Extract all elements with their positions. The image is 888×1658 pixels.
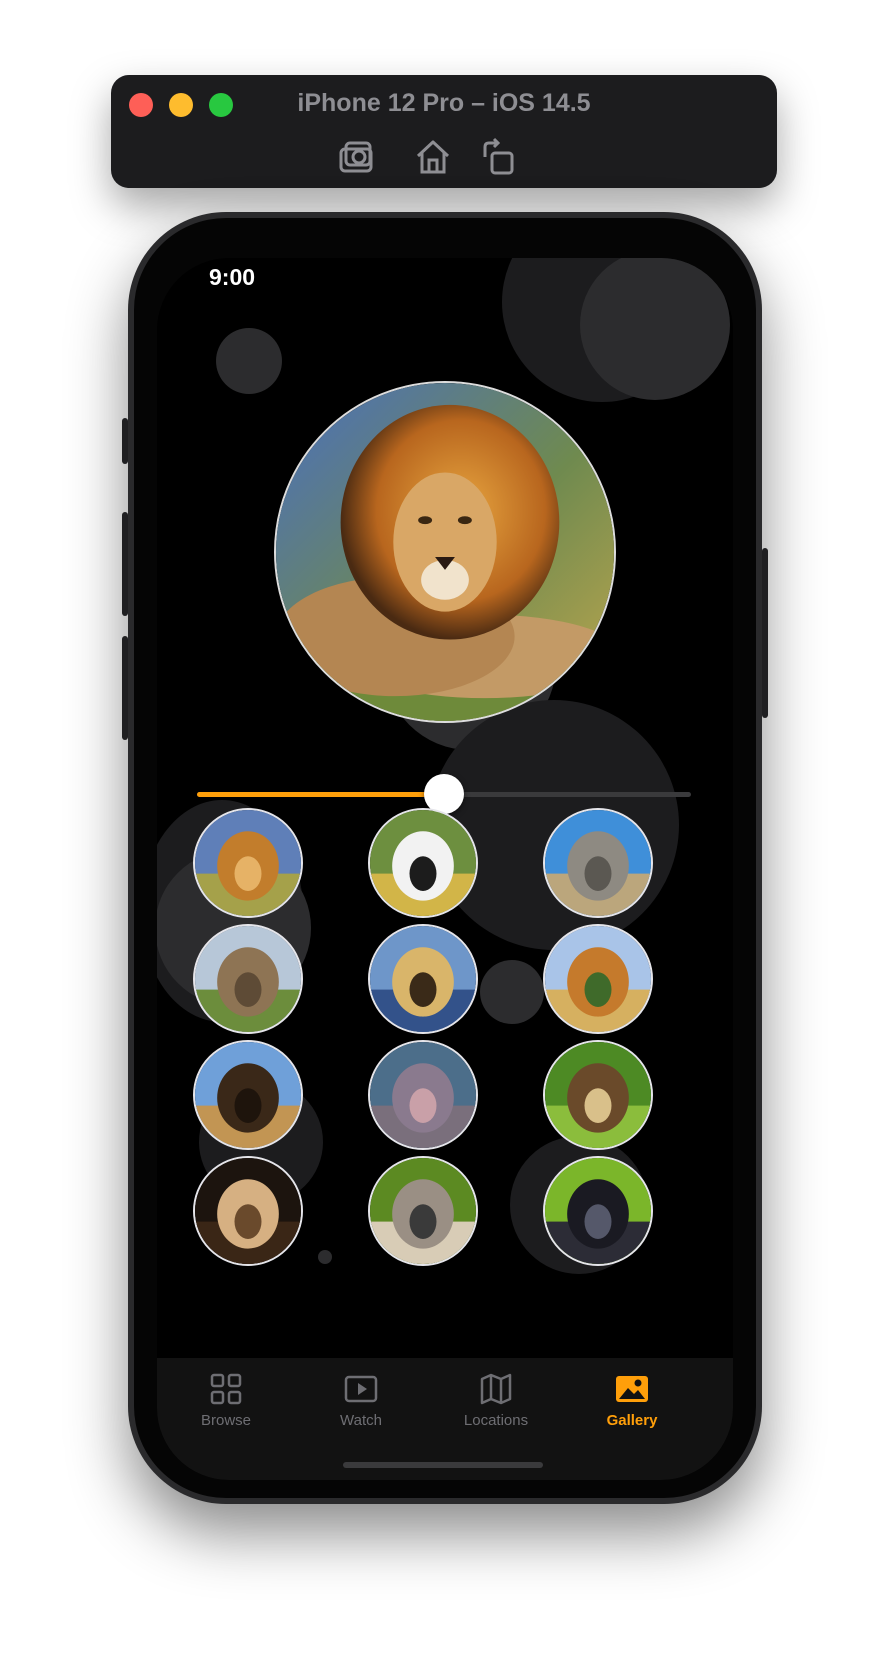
thumbnail-photo xyxy=(195,810,301,916)
gallery-thumbnail-lion[interactable] xyxy=(193,808,303,918)
gallery-thumbnail-hippos[interactable] xyxy=(368,1040,478,1150)
tab-watch[interactable]: Watch xyxy=(306,1372,416,1429)
lion-photo xyxy=(276,383,614,721)
play-icon xyxy=(344,1375,378,1403)
grid-icon xyxy=(210,1373,242,1405)
tab-browse[interactable]: Browse xyxy=(171,1372,281,1429)
thumbnail-photo xyxy=(545,926,651,1032)
gallery-thumbnail-ostrich[interactable] xyxy=(368,1156,478,1266)
tab-label: Locations xyxy=(463,1412,529,1429)
thumbnail-photo xyxy=(370,1158,476,1264)
camera-icon xyxy=(339,141,373,173)
featured-image[interactable] xyxy=(274,381,616,723)
gallery-thumbnail-giraffes[interactable] xyxy=(543,924,653,1034)
gallery-thumbnail-buffalo[interactable] xyxy=(193,1040,303,1150)
gallery-thumbnail-zebras[interactable] xyxy=(368,808,478,918)
gallery-thumbnail-rhinoceros[interactable] xyxy=(543,808,653,918)
phone-screen: 9:00 Browse Watch Locations Gallery xyxy=(157,258,733,1480)
thumbnail-photo xyxy=(370,1042,476,1148)
thumbnail-photo xyxy=(545,1042,651,1148)
photo-icon xyxy=(616,1376,648,1402)
home-indicator xyxy=(343,1462,543,1468)
thumbnail-photo xyxy=(195,1042,301,1148)
tab-gallery[interactable]: Gallery xyxy=(577,1372,687,1429)
background-bubble xyxy=(216,328,282,394)
gallery-thumbnail-elephants[interactable] xyxy=(193,924,303,1034)
tab-bar: Browse Watch Locations Gallery xyxy=(157,1358,733,1480)
background-bubble xyxy=(480,960,544,1024)
tab-label: Watch xyxy=(340,1412,382,1429)
home-button[interactable] xyxy=(411,135,455,179)
background-bubble xyxy=(429,700,679,950)
rotate-icon xyxy=(483,137,514,175)
simulator-window-bar: iPhone 12 Pro – iOS 14.5 xyxy=(111,75,777,188)
thumbnail-photo xyxy=(195,1158,301,1264)
gallery-thumbnail-cheetah[interactable] xyxy=(368,924,478,1034)
gallery-thumbnail-meerkat[interactable] xyxy=(193,1156,303,1266)
power-button xyxy=(762,548,768,718)
thumbnail-photo xyxy=(545,810,651,916)
thumbnail-photo xyxy=(545,1158,651,1264)
volume-up-button xyxy=(122,512,128,616)
mute-switch xyxy=(122,418,128,464)
screenshot-button[interactable] xyxy=(335,135,379,179)
status-time: 9:00 xyxy=(209,264,256,290)
map-icon xyxy=(480,1373,512,1405)
rotate-button[interactable] xyxy=(477,135,521,179)
image-size-slider[interactable] xyxy=(197,774,691,814)
thumbnail-photo xyxy=(195,926,301,1032)
volume-down-button xyxy=(122,636,128,740)
tab-label: Gallery xyxy=(606,1412,658,1429)
gallery-thumbnail-gorilla[interactable] xyxy=(543,1156,653,1266)
slider-fill xyxy=(197,792,444,797)
background-bubble xyxy=(318,1250,332,1264)
home-icon xyxy=(416,140,450,174)
background-bubble xyxy=(580,258,730,400)
tab-label: Browse xyxy=(200,1412,252,1429)
thumbnail-photo xyxy=(370,926,476,1032)
thumbnail-photo xyxy=(370,810,476,916)
tab-locations[interactable]: Locations xyxy=(441,1372,551,1429)
simulator-title: iPhone 12 Pro – iOS 14.5 xyxy=(297,89,591,117)
gallery-thumbnail-wild-dog[interactable] xyxy=(543,1040,653,1150)
